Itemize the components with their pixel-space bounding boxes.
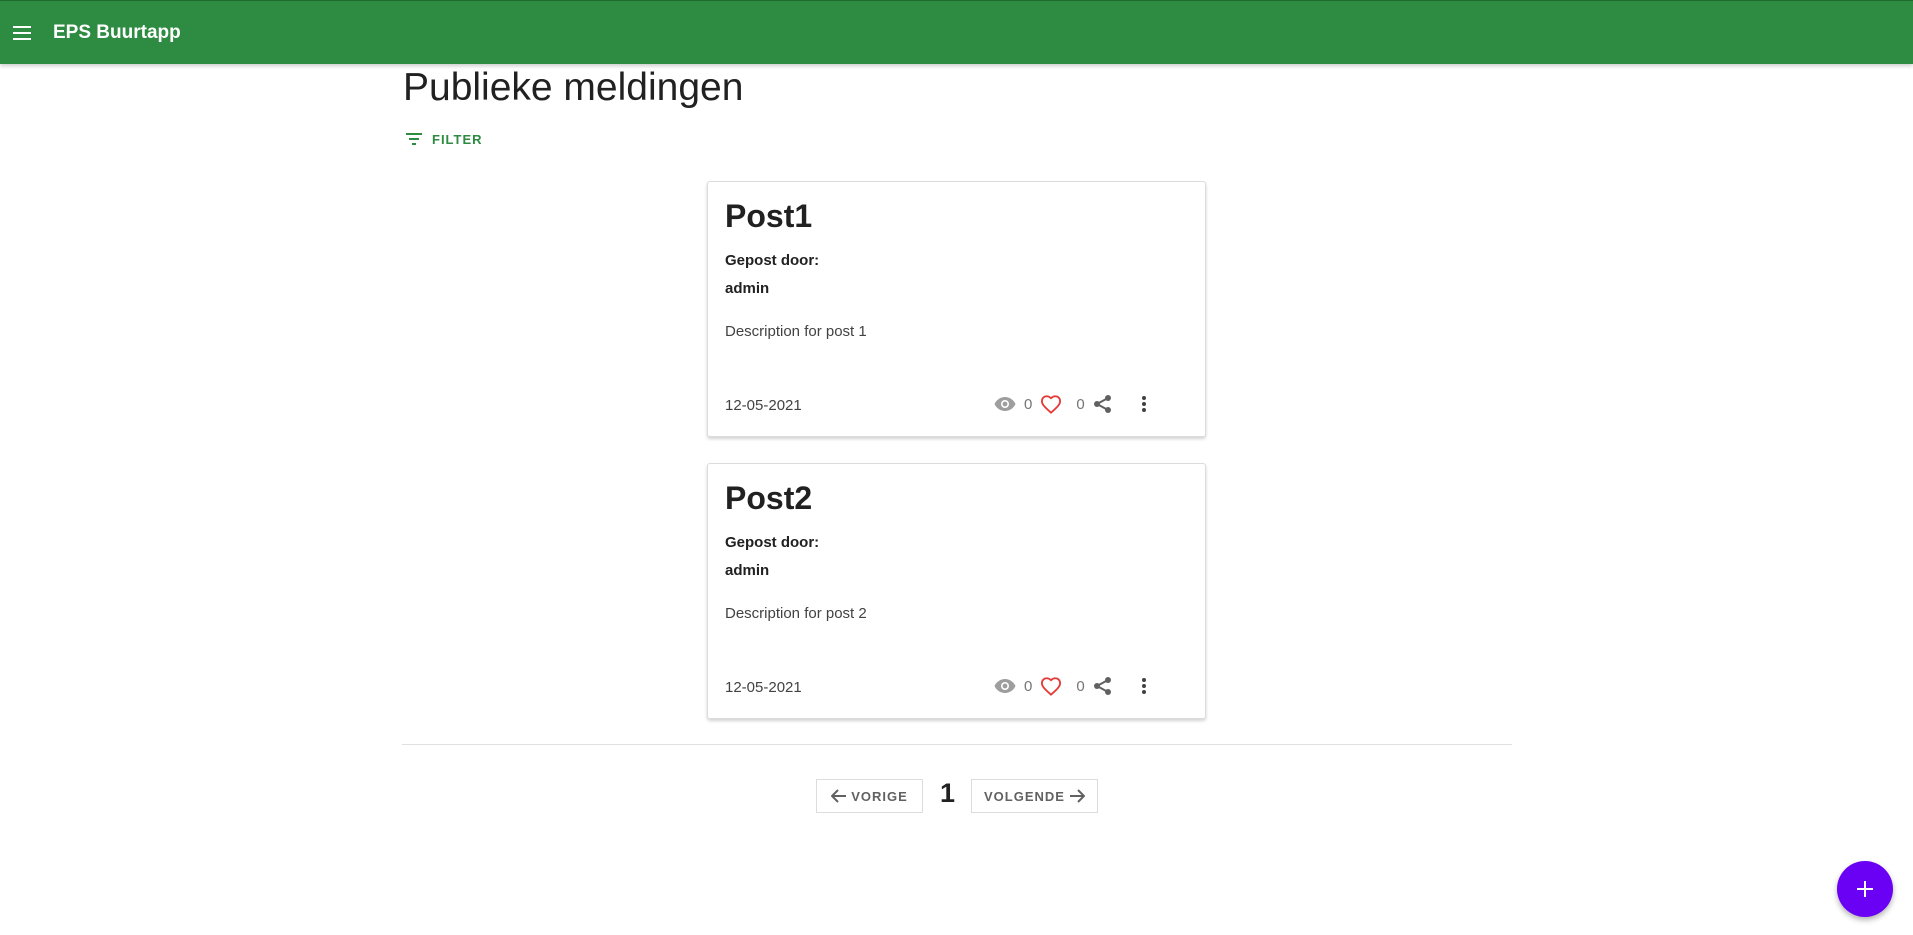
share-button[interactable] <box>1093 676 1113 696</box>
post-card[interactable]: Post2 Gepost door: admin Description for… <box>707 463 1206 719</box>
post-description: Description for post 2 <box>725 605 867 622</box>
filter-label: FILTER <box>432 131 483 147</box>
more-button[interactable] <box>1141 395 1147 413</box>
eye-icon <box>994 678 1016 694</box>
next-label: VOLGENDE <box>984 788 1065 804</box>
like-count: 0 <box>1076 395 1085 413</box>
page-title: Publieke meldingen <box>403 66 744 109</box>
more-vert-icon <box>1141 396 1146 412</box>
share-icon <box>1093 677 1111 695</box>
share-button[interactable] <box>1093 394 1113 414</box>
post-author: admin <box>725 562 770 579</box>
arrow-right-icon <box>1069 789 1085 803</box>
post-actions: 0 0 <box>994 671 1147 701</box>
post-date: 12-05-2021 <box>725 679 802 696</box>
posted-by-label: Gepost door: <box>725 534 820 551</box>
menu-icon <box>13 25 31 40</box>
plus-icon <box>1857 881 1873 897</box>
post-date: 12-05-2021 <box>725 397 802 414</box>
post-title: Post2 <box>725 480 813 516</box>
app-bar: EPS Buurtapp <box>0 0 1913 64</box>
post-description: Description for post 1 <box>725 323 867 340</box>
like-count: 0 <box>1076 677 1085 695</box>
divider <box>402 744 1512 745</box>
current-page-number: 1 <box>940 778 956 808</box>
previous-label: VORIGE <box>851 788 908 804</box>
add-post-button[interactable] <box>1837 861 1893 917</box>
previous-page-button[interactable]: VORIGE <box>816 779 923 813</box>
filter-button[interactable]: FILTER <box>406 128 483 150</box>
post-actions: 0 0 <box>994 389 1147 419</box>
heart-icon <box>1041 677 1062 696</box>
like-button[interactable] <box>1040 676 1062 696</box>
more-button[interactable] <box>1141 677 1147 695</box>
view-count: 0 <box>1024 677 1033 695</box>
post-card[interactable]: Post1 Gepost door: admin Description for… <box>707 181 1206 437</box>
like-button[interactable] <box>1040 394 1062 414</box>
filter-icon <box>406 133 422 145</box>
posted-by-label: Gepost door: <box>725 252 820 269</box>
heart-icon <box>1041 395 1062 414</box>
post-title: Post1 <box>725 198 813 234</box>
share-icon <box>1093 395 1111 413</box>
eye-icon <box>994 396 1016 412</box>
arrow-left-icon <box>831 789 847 803</box>
next-page-button[interactable]: VOLGENDE <box>971 779 1098 813</box>
post-author: admin <box>725 280 770 297</box>
view-count: 0 <box>1024 395 1033 413</box>
menu-button[interactable] <box>11 24 33 42</box>
app-title: EPS Buurtapp <box>53 21 181 43</box>
more-vert-icon <box>1141 678 1146 694</box>
